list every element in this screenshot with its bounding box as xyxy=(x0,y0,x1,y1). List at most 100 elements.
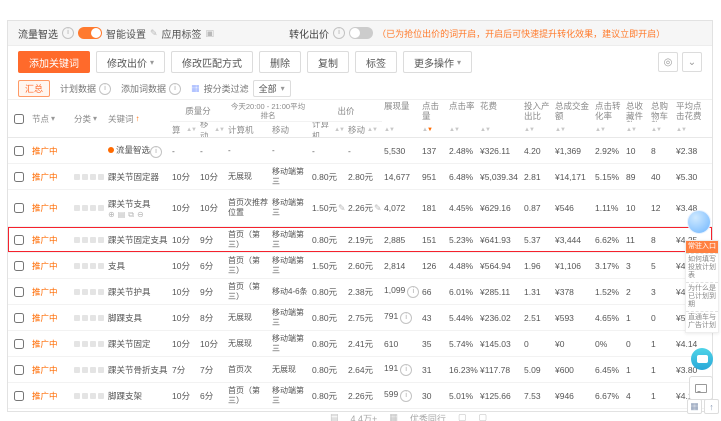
bid-pc-cell[interactable]: 0.80元✎ xyxy=(310,338,346,350)
copy-button[interactable]: 复制 xyxy=(307,51,350,73)
bid-mobile-cell[interactable]: 2.64元✎ xyxy=(346,364,382,376)
help-link[interactable]: 如何填写投放计划表 xyxy=(686,253,718,282)
col-bid-pc[interactable]: 计算机 ▲▼ xyxy=(310,122,346,137)
apps-grid-icon[interactable]: ▦ xyxy=(687,399,702,414)
bid-mobile-cell[interactable]: -✎ xyxy=(346,146,382,156)
row-select[interactable] xyxy=(8,286,30,297)
col-carts[interactable]: 总购物车数 xyxy=(649,100,674,122)
sort-clicks-icon[interactable]: ▲▼ xyxy=(420,122,447,137)
table-row[interactable]: 推广中 踝关节固定器i ⊕▤⧉⊖ 10分 10分 无展现 移动端第三 0.80元… xyxy=(8,164,712,190)
feedback-icon[interactable] xyxy=(689,376,713,400)
keyword-text[interactable]: 踝关节固定 xyxy=(108,339,151,349)
col-gmv[interactable]: 总成交金额 xyxy=(553,100,593,122)
modify-bid-button[interactable]: 修改出价 ▾ xyxy=(96,51,166,73)
keyword-cell[interactable]: 脚踝支架i ⊕▤⧉⊖ xyxy=(106,390,170,402)
impressions-info-icon[interactable]: i xyxy=(400,364,413,376)
flow-smart-toggle[interactable] xyxy=(78,27,102,39)
bid-pc-cell[interactable]: 1.50元✎ xyxy=(310,260,346,272)
select-all[interactable] xyxy=(8,100,30,137)
row-checkbox[interactable] xyxy=(14,390,24,401)
bid-edit-icon[interactable]: ✎ xyxy=(338,203,346,213)
col-ctr[interactable]: 点击率 xyxy=(447,100,478,122)
tag-button[interactable]: 标签 xyxy=(355,51,398,73)
table-row[interactable]: 推广中 脚踝支架i ⊕▤⧉⊖ 10分 6分 首页（第三） 移动端第三 0.80元… xyxy=(8,383,712,409)
chart-icon[interactable]: ▤ xyxy=(118,210,129,219)
info-icon[interactable]: i xyxy=(333,27,346,39)
row-select[interactable] xyxy=(8,338,30,349)
row-checkbox[interactable] xyxy=(14,171,24,182)
keyword-cell[interactable]: 踝关节固定支具i ⊕▤⧉⊖ xyxy=(106,234,170,246)
bid-pc-cell[interactable]: 1.50元✎ xyxy=(310,202,346,214)
col-clicks[interactable]: 点击量 xyxy=(420,100,447,122)
row-checkbox[interactable] xyxy=(14,338,24,349)
keyword-text[interactable]: 流量智选 xyxy=(116,145,150,155)
bid-mobile-cell[interactable]: 2.41元✎ xyxy=(346,338,382,350)
smart-setting-link[interactable]: 智能设置 xyxy=(106,26,146,41)
col-quality-pc[interactable]: 计算机 ▲▼ xyxy=(170,122,198,137)
impressions-info-icon[interactable]: i xyxy=(400,312,413,324)
col-cpc[interactable]: 平均点击花费 xyxy=(674,100,707,122)
delete-button[interactable]: 删除 xyxy=(259,51,302,73)
add-keyword-button[interactable]: 添加关键词 xyxy=(18,51,90,73)
table-row[interactable]: 推广中 踝关节护具i ⊕▤⧉⊖ 10分 9分 首页（第三） 移动4-6条 0.8… xyxy=(8,279,712,305)
sort-cost-icon[interactable]: ▲▼ xyxy=(478,122,522,137)
collapse-icon[interactable]: ⌄ xyxy=(682,52,702,72)
bid-mobile-cell[interactable]: 2.19元✎ xyxy=(346,234,382,246)
add-icon[interactable]: ⊕ xyxy=(108,210,118,219)
select-all-checkbox[interactable] xyxy=(14,113,24,124)
col-bid-mobile[interactable]: 移动 ▲▼ xyxy=(346,122,382,137)
tab-summary[interactable]: 汇总 xyxy=(18,80,51,97)
sort-impressions-icon[interactable]: ▲▼ xyxy=(382,122,420,137)
sort-cpc-icon[interactable]: ▲▼ xyxy=(674,122,707,137)
impressions-info-icon[interactable]: i xyxy=(400,390,413,402)
row-select[interactable] xyxy=(8,234,30,245)
back-to-top-button[interactable]: ↑ xyxy=(704,399,719,414)
table-row[interactable]: 推广中 踝关节支具i ⊕▤⧉⊖ 10分 10分 首页次推荐位置 移动端第三 1.… xyxy=(8,190,712,227)
bid-mobile-cell[interactable]: 2.26元✎ xyxy=(346,390,382,402)
keyword-text[interactable]: 脚踝支具 xyxy=(108,313,142,323)
bid-mobile-cell[interactable]: 2.60元✎ xyxy=(346,260,382,272)
bid-mobile-cell[interactable]: 2.26元✎ xyxy=(346,202,382,214)
keyword-text[interactable]: 踝关节固定支具 xyxy=(108,235,168,245)
help-link[interactable]: 为什么是已计划到期 xyxy=(686,282,718,311)
table-row[interactable]: 推广中 踝关节固定i ⊕▤⧉⊖ 10分 10分 无展现 移动端第三 0.80元✎… xyxy=(8,331,712,357)
bid-mobile-cell[interactable]: 2.38元✎ xyxy=(346,286,382,298)
info-icon[interactable]: i xyxy=(62,27,74,39)
keyword-cell[interactable]: 流量智选i ⊕▤⧉⊖ xyxy=(106,144,170,158)
keyword-text[interactable]: 踝关节护具 xyxy=(108,287,151,297)
assistant-avatar-icon[interactable] xyxy=(687,210,711,234)
col-node[interactable]: 节点 ▾ xyxy=(30,100,72,137)
row-checkbox[interactable] xyxy=(14,260,24,271)
sort-cvr-icon[interactable]: ▲▼ xyxy=(593,122,624,137)
sort-carts-icon[interactable]: ▲▼ xyxy=(649,122,674,137)
sort-roi-icon[interactable]: ▲▼ xyxy=(522,122,553,137)
col-roi[interactable]: 投入产出比 xyxy=(522,100,553,122)
keyword-cell[interactable]: 踝关节固定i ⊕▤⧉⊖ xyxy=(106,338,170,350)
col-favorites[interactable]: 总收藏件数 xyxy=(624,100,649,122)
col-quality-mobile[interactable]: 移动 ▲▼ xyxy=(198,122,226,137)
bid-pc-cell[interactable]: -✎ xyxy=(310,146,346,156)
keyword-tools[interactable]: ⊕▤⧉⊖ xyxy=(108,210,168,219)
table-row[interactable]: 推广中 脚踝支具i ⊕▤⧉⊖ 10分 8分 无展现 移动端第三 0.80元✎ 2… xyxy=(8,305,712,331)
bottom-item[interactable]: 4.4万+ xyxy=(351,412,378,421)
col-cvr[interactable]: 点击转化率 xyxy=(593,100,624,122)
keyword-text[interactable]: 踝关节支具 xyxy=(108,199,151,209)
tab-plan-data[interactable]: 计划数据 i xyxy=(60,82,112,95)
more-actions-button[interactable]: 更多操作 ▾ xyxy=(403,51,473,73)
keyword-cell[interactable]: 脚踝支具i ⊕▤⧉⊖ xyxy=(106,312,170,324)
keyword-cell[interactable]: 支具i ⊕▤⧉⊖ xyxy=(106,260,170,272)
keyword-info-icon[interactable]: i xyxy=(150,145,163,158)
category-filter[interactable]: ▦ 按分类过滤 全部 ▾ xyxy=(191,80,291,97)
category-select[interactable]: 全部 ▾ xyxy=(252,80,291,97)
row-select[interactable] xyxy=(8,364,30,375)
col-cost[interactable]: 花费 xyxy=(478,100,522,122)
col-category[interactable]: 分类 ▾ xyxy=(72,100,106,137)
table-row[interactable]: 推广中 踝关节骨折支具i ⊕▤⧉⊖ 7分 7分 首页次 无展现 0.80元✎ 2… xyxy=(8,357,712,383)
bid-mobile-cell[interactable]: 2.80元✎ xyxy=(346,171,382,183)
bid-pc-cell[interactable]: 0.80元✎ xyxy=(310,312,346,324)
row-checkbox[interactable] xyxy=(14,234,24,245)
tab-word-data[interactable]: 添加词数据 i xyxy=(121,82,182,95)
settings-icon[interactable]: ◎ xyxy=(658,52,678,72)
row-select[interactable] xyxy=(8,145,30,156)
keyword-text[interactable]: 踝关节骨折支具 xyxy=(108,365,168,375)
